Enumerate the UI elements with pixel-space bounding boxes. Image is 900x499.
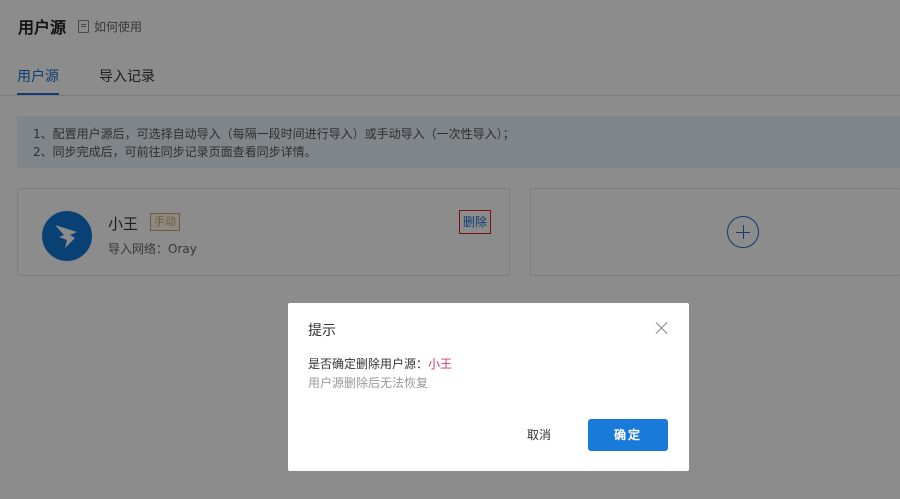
- dialog-subtext: 用户源删除后无法恢复: [308, 376, 429, 390]
- close-icon[interactable]: [655, 321, 669, 335]
- dialog-message: 是否确定删除用户源：小王: [308, 355, 452, 372]
- cancel-button[interactable]: 取消: [513, 419, 565, 451]
- confirm-button[interactable]: 确定: [588, 419, 668, 451]
- dialog-title: 提示: [308, 323, 336, 339]
- message-prefix: 是否确定删除用户源：: [308, 357, 429, 371]
- confirm-dialog: 提示 是否确定删除用户源：小王 用户源删除后无法恢复 取消 确定: [288, 303, 689, 471]
- message-target: 小王: [428, 357, 453, 371]
